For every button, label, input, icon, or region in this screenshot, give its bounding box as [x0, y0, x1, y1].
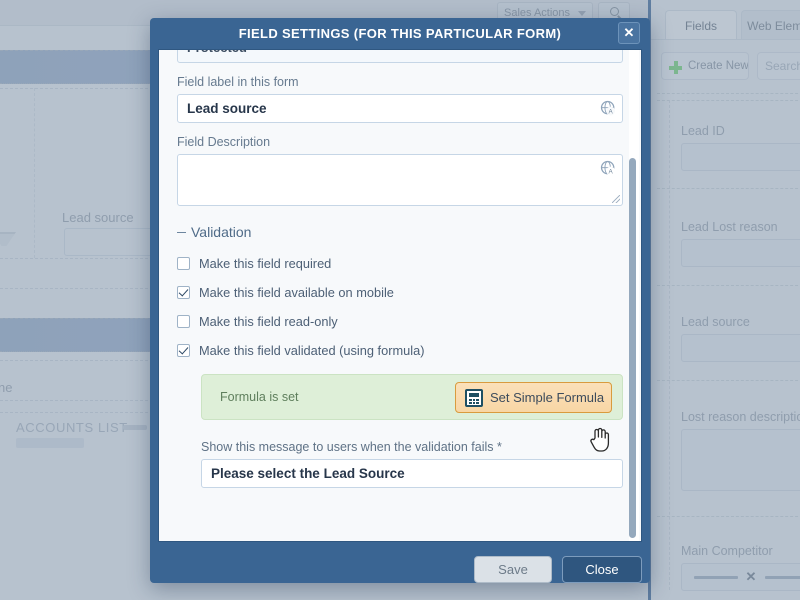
collapse-icon[interactable] — [177, 231, 186, 233]
field-settings-dialog: FIELD SETTINGS (FOR THIS PARTICULAR FORM… — [150, 18, 650, 583]
save-button[interactable]: Save — [474, 556, 552, 583]
close-icon[interactable]: ✕ — [618, 22, 640, 44]
checkbox-readonly-label: Make this field read-only — [199, 314, 338, 329]
checkbox-row-readonly[interactable]: Make this field read-only — [177, 314, 623, 329]
dialog-footer: Save Close — [158, 542, 642, 598]
validation-message-block: Show this message to users when the vali… — [201, 440, 623, 488]
validation-section: Validation Make this field required Make… — [177, 224, 623, 488]
field-label-input[interactable]: Lead source — [177, 94, 623, 123]
checkbox-validated-label: Make this field validated (using formula… — [199, 343, 425, 358]
dialog-scrollbar-thumb[interactable] — [629, 158, 636, 538]
set-simple-formula-button[interactable]: Set Simple Formula — [455, 382, 612, 413]
checkbox-validated[interactable] — [177, 344, 190, 357]
validation-message-caption: Show this message to users when the vali… — [201, 440, 502, 454]
resize-grip-icon[interactable] — [612, 195, 620, 203]
validation-legend[interactable]: Validation — [177, 224, 260, 240]
field-description-caption: Field Description — [177, 135, 271, 149]
checkbox-row-required[interactable]: Make this field required — [177, 256, 623, 271]
checkbox-row-mobile[interactable]: Make this field available on mobile — [177, 285, 623, 300]
checkbox-row-validated[interactable]: Make this field validated (using formula… — [177, 343, 623, 358]
formula-status-panel: Formula is set Set Simple Formula — [201, 374, 623, 420]
translate-globe-icon[interactable]: A — [600, 100, 617, 117]
calculator-icon — [465, 389, 483, 407]
validation-legend-label: Validation — [191, 224, 252, 240]
field-description-row: A — [177, 154, 623, 206]
translate-globe-icon[interactable]: A — [600, 160, 617, 177]
dialog-body: Protected Field label in this form Lead … — [158, 49, 642, 542]
validation-message-input[interactable]: Please select the Lead Source — [201, 459, 623, 488]
set-simple-formula-label: Set Simple Formula — [490, 390, 605, 405]
screen: Sales Actions Lead source ne ACCOUNTS LI… — [0, 0, 800, 600]
dialog-scrollbar-track[interactable] — [629, 50, 639, 541]
checkbox-readonly[interactable] — [177, 315, 190, 328]
checkbox-mobile[interactable] — [177, 286, 190, 299]
mouse-cursor-hand — [589, 425, 611, 453]
checkbox-required-label: Make this field required — [199, 256, 332, 271]
checkbox-required[interactable] — [177, 257, 190, 270]
validation-legend-row[interactable]: Validation — [177, 224, 623, 242]
field-description-textarea[interactable] — [177, 154, 623, 206]
formula-status-text: Formula is set — [220, 390, 299, 404]
close-button[interactable]: Close — [562, 556, 642, 583]
protected-field[interactable]: Protected — [177, 50, 623, 63]
dialog-title: FIELD SETTINGS (FOR THIS PARTICULAR FORM… — [238, 26, 562, 41]
field-label-caption: Field label in this form — [177, 75, 299, 89]
checkbox-mobile-label: Make this field available on mobile — [199, 285, 394, 300]
field-label-row: Lead source A — [177, 94, 623, 123]
